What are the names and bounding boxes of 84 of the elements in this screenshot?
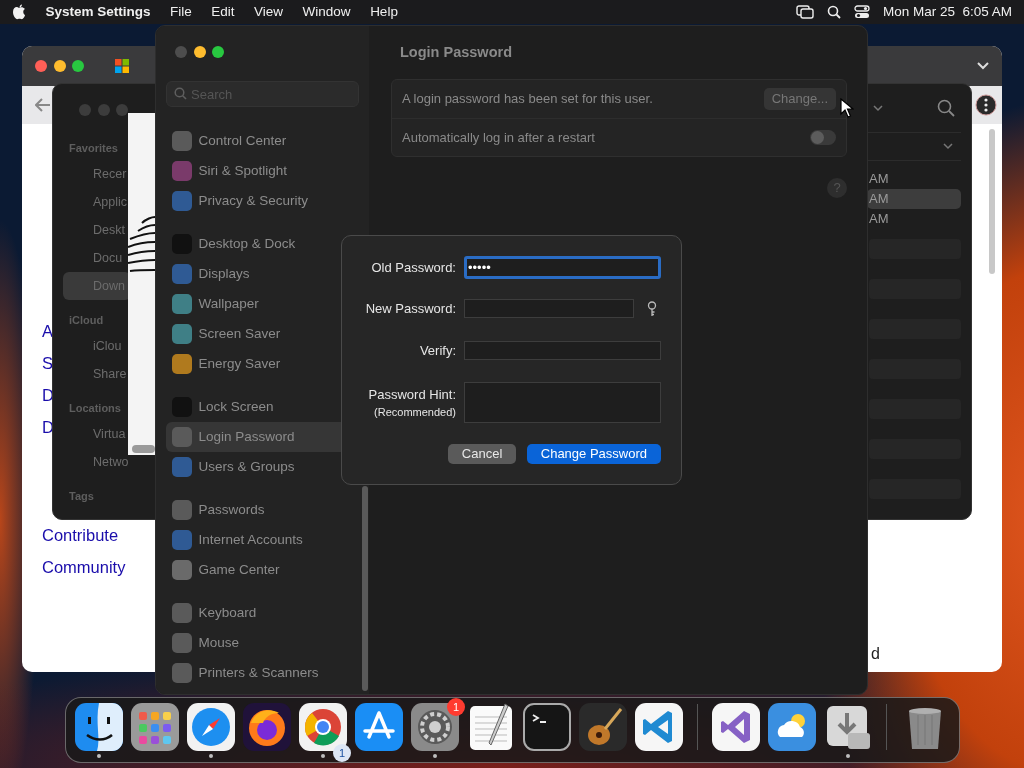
field-label: Verify: — [418, 341, 456, 360]
sidebar-item[interactable]: Siri & Spotlight — [166, 156, 359, 186]
setting-label: Automatically log in after a restart — [402, 128, 595, 147]
sidebar-item[interactable]: Game Center — [166, 555, 359, 585]
section-header: iCloud — [68, 313, 105, 328]
key-icon[interactable] — [647, 300, 657, 317]
password-field[interactable]: ••••• — [464, 256, 661, 279]
sidebar-item[interactable]: Share — [63, 360, 131, 388]
menu-item[interactable]: Window — [302, 1, 351, 23]
change-password-button[interactable]: Change Password — [526, 444, 661, 464]
search-icon[interactable] — [826, 5, 841, 19]
menu-item[interactable]: Edit — [211, 1, 235, 23]
link[interactable]: Contribute — [42, 519, 119, 551]
sidebar-item[interactable]: Netwo — [63, 448, 131, 476]
notepad-icon[interactable] — [467, 703, 515, 751]
sidebar-item[interactable]: iClou — [63, 332, 131, 360]
field-label: Password Hint: — [368, 385, 456, 404]
window-control[interactable] — [72, 60, 84, 72]
fox-icon[interactable] — [243, 703, 291, 751]
code-editor-icon[interactable] — [635, 703, 683, 751]
terminal-icon[interactable] — [523, 703, 571, 751]
window-control[interactable] — [53, 60, 66, 72]
change-button[interactable]: Change... — [763, 88, 836, 110]
notification-badge: 1 — [447, 698, 465, 716]
guitar-icon[interactable] — [579, 703, 627, 751]
search-icon — [174, 87, 187, 100]
sidebar-item[interactable]: Mouse — [166, 628, 359, 658]
window-control[interactable] — [193, 46, 206, 58]
browser-icon[interactable] — [299, 703, 347, 751]
ide-icon[interactable] — [712, 703, 760, 751]
field-label: New Password: — [364, 300, 456, 318]
field-label: (Recommended) — [374, 405, 456, 420]
screen-mirroring-icon[interactable] — [795, 5, 814, 19]
sidebar-item[interactable]: Docu — [63, 244, 131, 272]
finder-icon[interactable] — [75, 703, 123, 751]
app-store-icon[interactable] — [355, 703, 403, 751]
compass-icon[interactable] — [187, 703, 235, 751]
file-row[interactable]: AM — [867, 209, 961, 229]
back-arrow-icon[interactable] — [35, 98, 51, 112]
menu-item[interactable]: View — [254, 1, 284, 23]
password-field[interactable] — [464, 340, 661, 360]
clock[interactable]: Mon Mar 25 6:05 AM — [882, 1, 1012, 23]
password-field[interactable] — [464, 299, 634, 319]
weather-icon[interactable] — [768, 703, 816, 751]
more-icon[interactable] — [975, 94, 997, 116]
file-row[interactable]: AM — [867, 169, 961, 189]
sidebar-item[interactable]: Control Center — [166, 126, 359, 156]
apple-logo-icon[interactable] — [12, 4, 26, 20]
notification-badge: 1 — [333, 744, 351, 762]
sidebar-item[interactable]: Internet Accounts — [166, 525, 359, 555]
gear-icon[interactable] — [411, 703, 459, 751]
chevron-down-icon[interactable] — [873, 104, 883, 112]
section-header: Favorites — [68, 141, 119, 156]
sidebar-item[interactable]: Virtua — [63, 420, 131, 448]
page-title: Login Password — [400, 43, 513, 62]
cancel-button[interactable]: Cancel — [447, 444, 517, 464]
page-text: d — [871, 644, 880, 664]
window-control[interactable] — [212, 46, 224, 58]
setting-label: A login password has been set for this user. — [402, 90, 653, 108]
link[interactable]: A — [42, 315, 53, 347]
link[interactable]: Community — [42, 551, 126, 583]
windows-logo-icon — [114, 59, 129, 73]
sidebar-item[interactable]: Recer — [63, 160, 131, 188]
link[interactable]: S — [42, 347, 53, 379]
sidebar-item[interactable]: Printers & Scanners — [166, 658, 359, 688]
mouse-pointer-icon — [840, 98, 854, 118]
downloads-folder-icon[interactable] — [824, 703, 872, 751]
section-header: Locations — [68, 401, 122, 416]
menu-item[interactable]: Help — [370, 1, 398, 23]
sidebar-item[interactable]: Keyboard — [166, 598, 359, 628]
toggle-switch[interactable] — [810, 129, 836, 145]
section-header: Tags — [68, 489, 95, 504]
sidebar-item[interactable]: Passwords — [166, 495, 359, 525]
hint-field[interactable] — [464, 382, 661, 423]
field-label: Old Password: — [370, 258, 456, 277]
chevron-down-icon[interactable] — [943, 143, 953, 151]
sidebar-item[interactable]: Deskt — [63, 216, 131, 244]
sidebar-item[interactable]: Applic — [63, 188, 131, 216]
file-row[interactable]: AM — [867, 189, 961, 209]
menu-title[interactable]: System Settings — [45, 1, 151, 23]
sidebar-item[interactable]: Privacy & Security — [166, 186, 359, 216]
control-center-icon[interactable] — [853, 5, 870, 19]
grid-icon[interactable] — [131, 703, 179, 751]
menu-item[interactable]: File — [170, 1, 192, 23]
